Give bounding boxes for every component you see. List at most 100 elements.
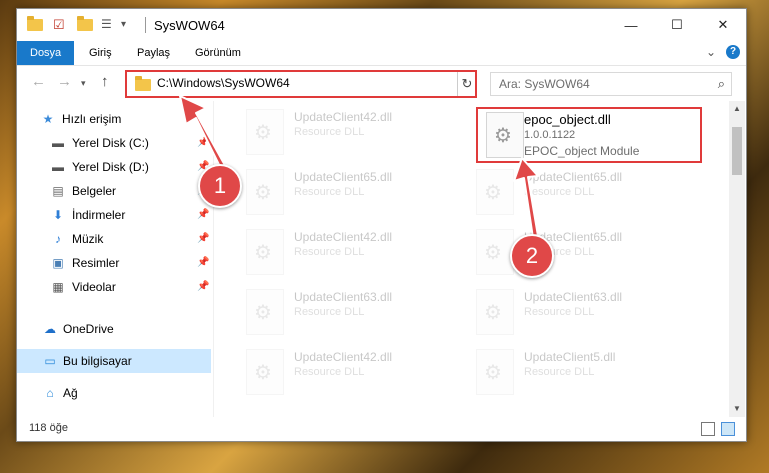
scroll-up-icon[interactable]: ▲ [729, 101, 745, 117]
sidebar-item-label: Yerel Disk (D:) [72, 160, 149, 174]
vertical-scrollbar[interactable]: ▲ ▼ [729, 101, 745, 417]
selected-file-tile[interactable]: epoc_object.dll 1.0.0.1122 EPOC_object M… [476, 107, 702, 163]
sidebar-item-downloads[interactable]: ⬇ İndirmeler 📌 [17, 203, 211, 227]
file-type: Resource DLL [294, 186, 365, 198]
address-bar[interactable]: C:\Windows\SysWOW64 ↻ [125, 70, 477, 98]
search-input[interactable]: Ara: SysWOW64 ⌕ [490, 72, 732, 96]
network-icon: ⌂ [46, 386, 54, 400]
pin-icon: 📌 [197, 233, 210, 244]
list-item[interactable]: UpdateClient5.dll Resource DLL [468, 345, 698, 399]
sidebar-item-onedrive[interactable]: ☁ OneDrive [17, 317, 211, 341]
file-type: Resource DLL [524, 306, 595, 318]
ribbon: Dosya Giriş Paylaş Görünüm ⌄ ? [17, 41, 746, 66]
chevron-down-icon[interactable]: ⌄ [706, 45, 716, 59]
list-item[interactable]: UpdateClient65.dll Resource DLL [468, 225, 698, 279]
sidebar-item-music[interactable]: ♪ Müzik 📌 [17, 227, 211, 251]
list-item[interactable]: UpdateClient42.dll Resource DLL [238, 105, 468, 159]
step-2-badge: 2 [510, 234, 554, 278]
dll-file-icon [486, 112, 524, 158]
file-name: UpdateClient42.dll [294, 350, 393, 364]
list-item[interactable]: UpdateClient65.dll Resource DLL [468, 165, 698, 219]
recent-locations-icon[interactable]: ▾ [81, 78, 86, 89]
forward-arrow-icon[interactable]: → [57, 73, 72, 90]
dll-file-icon [476, 229, 514, 275]
status-bar: 118 öğe [17, 417, 746, 441]
address-row: ← → ▾ ↑ C:\Windows\SysWOW64 ↻ Ara: SysWO… [17, 66, 746, 100]
item-count: 118 öğe [29, 422, 68, 434]
sidebar-item-network[interactable]: ⌂ Ağ [17, 381, 211, 405]
file-type: Resource DLL [294, 246, 365, 258]
minimize-button[interactable]: — [608, 9, 654, 41]
file-name: UpdateClient42.dll [294, 110, 393, 124]
scroll-down-icon[interactable]: ▼ [729, 401, 745, 417]
sidebar-item-label: Resimler [72, 256, 120, 270]
search-icon[interactable]: ⌕ [718, 76, 725, 92]
dll-file-icon [246, 289, 284, 335]
file-name: UpdateClient65.dll [294, 170, 393, 184]
list-item[interactable]: UpdateClient63.dll Resource DLL [468, 285, 698, 339]
sidebar-item-disk-d[interactable]: ▬ Yerel Disk (D:) 📌 [17, 155, 211, 179]
scroll-thumb[interactable] [732, 127, 742, 175]
file-description: EPOC_object Module [524, 144, 640, 158]
close-button[interactable]: ✕ [700, 9, 746, 41]
details-view-icon[interactable] [701, 422, 715, 436]
title-bar: ☑ ☰ ▾ SysWOW64 — ☐ ✕ [17, 9, 746, 41]
sidebar-item-label: İndirmeler [72, 208, 126, 222]
tab-share[interactable]: Paylaş [127, 41, 180, 65]
window-title: SysWOW64 [154, 18, 225, 33]
sidebar-item-quick-access[interactable]: ★ Hızlı erişim [17, 107, 211, 131]
dll-file-icon [476, 349, 514, 395]
customize-toolbar-icon[interactable]: ▾ [121, 19, 126, 35]
sidebar-item-documents[interactable]: ▤ Belgeler 📌 [17, 179, 211, 203]
back-arrow-icon[interactable]: ← [31, 73, 46, 90]
new-folder-icon[interactable] [77, 16, 93, 31]
sidebar-item-this-pc[interactable]: ▭ Bu bilgisayar [17, 349, 211, 373]
step-1-badge: 1 [198, 164, 242, 208]
address-path[interactable]: C:\Windows\SysWOW64 [157, 76, 290, 90]
sidebar-item-pictures[interactable]: ▣ Resimler 📌 [17, 251, 211, 275]
file-name: epoc_object.dll [524, 112, 611, 127]
list-item[interactable]: UpdateClient42.dll Resource DLL [238, 225, 468, 279]
file-name: UpdateClient65.dll [524, 170, 623, 184]
sidebar-item-label: Belgeler [72, 184, 117, 198]
pin-icon: 📌 [197, 257, 210, 268]
sidebar-item-label: Hızlı erişim [62, 112, 122, 126]
sidebar-item-label: Müzik [72, 232, 104, 246]
sidebar-item-videos[interactable]: ▦ Videolar 📌 [17, 275, 211, 299]
explorer-window: ☑ ☰ ▾ SysWOW64 — ☐ ✕ Dosya Giriş Paylaş … [16, 8, 747, 442]
music-icon: ♪ [55, 232, 61, 246]
tab-view[interactable]: Görünüm [185, 41, 251, 65]
search-placeholder: Ara: SysWOW64 [499, 77, 590, 91]
drive-icon: ▬ [52, 136, 64, 150]
maximize-button[interactable]: ☐ [654, 9, 700, 41]
navigation-pane: ★ Hızlı erişim ▬ Yerel Disk (C:) 📌 ▬ Yer… [17, 101, 214, 417]
up-arrow-icon[interactable]: ↑ [101, 73, 109, 90]
refresh-icon[interactable]: ↻ [457, 72, 476, 96]
document-icon: ▤ [52, 184, 64, 198]
sidebar-item-disk-c[interactable]: ▬ Yerel Disk (C:) 📌 [17, 131, 211, 155]
tiles-view-icon[interactable] [721, 422, 735, 436]
file-name: UpdateClient5.dll [524, 350, 616, 364]
computer-icon: ▭ [44, 354, 56, 368]
cloud-icon: ☁ [44, 322, 56, 336]
dll-file-icon [246, 229, 284, 275]
list-item[interactable]: UpdateClient42.dll Resource DLL [238, 345, 468, 399]
sidebar-item-label: Bu bilgisayar [63, 354, 132, 368]
tab-home[interactable]: Giriş [79, 41, 122, 65]
file-type: Resource DLL [524, 186, 595, 198]
help-icon[interactable]: ? [726, 45, 740, 59]
properties-icon[interactable]: ☑ [53, 17, 65, 33]
list-item[interactable]: UpdateClient63.dll Resource DLL [238, 285, 468, 339]
file-type: Resource DLL [294, 366, 365, 378]
folder-icon[interactable] [27, 16, 43, 31]
file-name: UpdateClient63.dll [524, 290, 623, 304]
sidebar-item-label: Ağ [63, 386, 78, 400]
folder-icon [135, 76, 151, 91]
file-type: Resource DLL [524, 366, 595, 378]
tab-file[interactable]: Dosya [17, 41, 75, 65]
list-item[interactable]: UpdateClient65.dll Resource DLL [238, 165, 468, 219]
view-options-icon[interactable]: ☰ [101, 17, 112, 33]
video-icon: ▦ [52, 280, 64, 294]
sidebar-item-label: Videolar [72, 280, 116, 294]
pin-icon: 📌 [197, 281, 210, 292]
